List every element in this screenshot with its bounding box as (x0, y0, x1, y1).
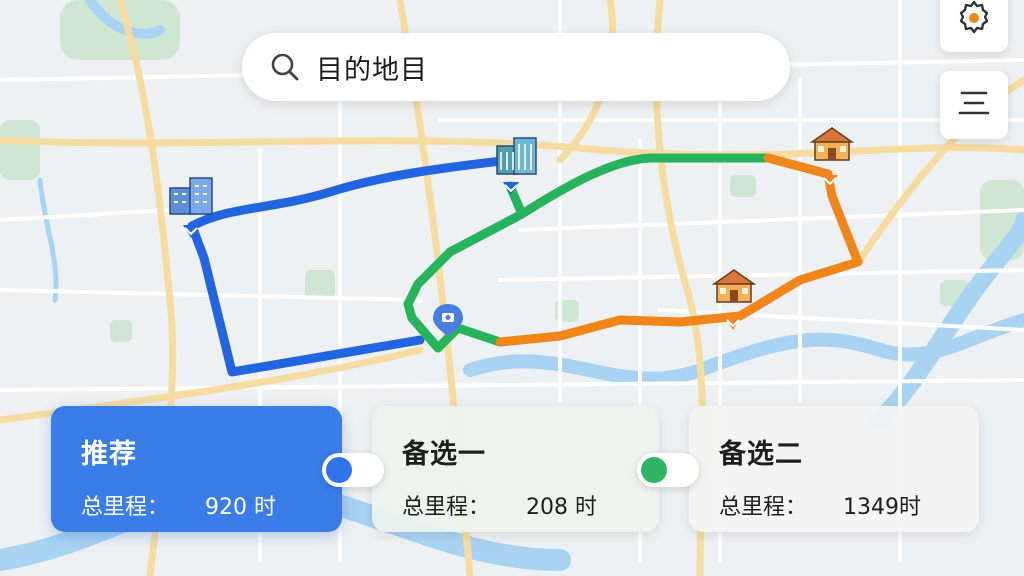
route-card-recommended[interactable]: 推荐 总里程： 920 时 (51, 406, 342, 532)
route-card-alternative-1[interactable]: 备选一 总里程： 208 时 (372, 406, 659, 532)
menu-icon (958, 90, 990, 120)
menu-button[interactable] (940, 71, 1008, 139)
distance-value: 1349时 (843, 495, 922, 520)
route-toggle-blue[interactable] (322, 453, 384, 487)
search-input[interactable]: 目的地目 (316, 48, 428, 87)
route-card-alternative-2[interactable]: 备选二 总里程： 1349时 (689, 406, 979, 532)
route-title: 备选二 (719, 439, 803, 470)
distance-label: 总里程： (81, 495, 170, 520)
route-title: 备选一 (402, 439, 486, 470)
route-toggle-green[interactable] (637, 453, 699, 487)
search-bar[interactable]: 目的地目 (242, 33, 790, 101)
distance-label: 总里程： (719, 495, 808, 520)
search-icon (268, 50, 302, 84)
distance-value: 208 时 (526, 495, 598, 520)
route-title: 推荐 (81, 439, 137, 470)
toggle-knob (326, 457, 352, 483)
gear-icon (956, 0, 992, 38)
toggle-knob (641, 457, 667, 483)
distance-value: 920 时 (205, 495, 277, 520)
settings-button[interactable] (940, 0, 1008, 52)
distance-label: 总里程： (402, 495, 491, 520)
